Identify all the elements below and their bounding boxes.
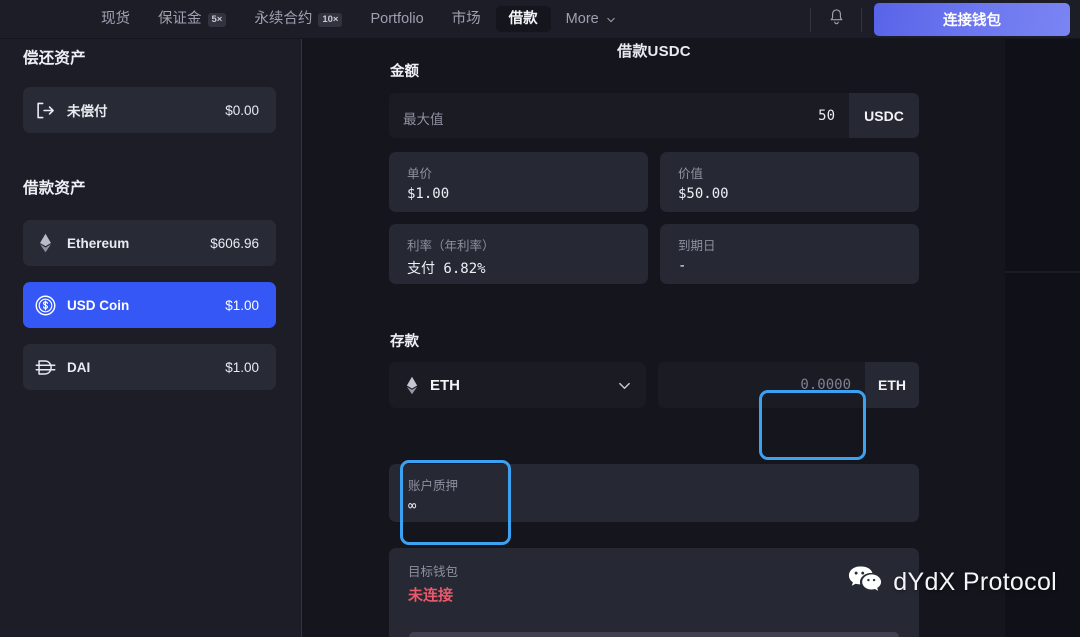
nav-item-portfolio[interactable]: Portfolio — [357, 6, 436, 33]
amount-section-label: 金额 — [390, 64, 419, 80]
loan-stats-grid: 单价 $1.00 价值 $50.00 利率（年利率） 支付 6.82% 到期日 … — [389, 152, 919, 296]
stat-card-interest-rate: 利率（年利率） 支付 6.82% — [389, 224, 648, 284]
borrow-assets-heading: 借款资产 — [23, 180, 86, 197]
stat-value: 支付 6.82% — [407, 261, 486, 277]
nav-item-borrow[interactable]: 借款 — [495, 5, 551, 33]
stat-card-value: 价值 $50.00 — [660, 152, 919, 212]
dai-icon — [23, 358, 67, 377]
account-pledge-value: ∞ — [408, 498, 417, 514]
deposit-input-row: ETH ETH — [389, 362, 919, 408]
deposit-asset-select[interactable]: ETH — [389, 362, 646, 408]
sidebar-item-value: $0.00 — [225, 102, 259, 118]
sidebar-item-dai[interactable]: DAI $1.00 — [23, 344, 276, 390]
stat-label: 利率（年利率） — [407, 239, 495, 253]
sidebar-item-label: USD Coin — [67, 297, 130, 313]
sidebar-item-unpaid[interactable]: 未偿付 $0.00 — [23, 87, 276, 133]
nav-divider — [861, 7, 862, 32]
stats-row: 单价 $1.00 价值 $50.00 — [389, 152, 919, 212]
deposit-amount-field-group: ETH — [658, 362, 919, 408]
sidebar-item-label: Ethereum — [67, 235, 130, 251]
account-pledge-card: 账户质押 ∞ — [389, 464, 919, 522]
sidebar-item-label: 未偿付 — [67, 104, 108, 119]
page-title: 借款USDC — [617, 43, 691, 60]
sidebar-item-label: DAI — [67, 359, 91, 375]
sidebar-item-value: $1.00 — [225, 359, 259, 375]
stat-label: 价值 — [678, 167, 704, 181]
chevron-down-icon — [618, 379, 631, 392]
amount-currency-suffix[interactable]: USDC — [849, 93, 919, 138]
nav-item-perpetual[interactable]: 永续合约 10× — [241, 6, 355, 33]
nav-item-margin[interactable]: 保证金 5× — [145, 6, 239, 33]
repay-assets-heading: 偿还资产 — [23, 50, 86, 67]
ethereum-icon — [23, 233, 67, 253]
amount-input[interactable] — [389, 93, 849, 138]
borrow-submit-button[interactable]: 借款USDC — [409, 632, 899, 637]
stat-label: 到期日 — [678, 239, 716, 253]
stat-value: $1.00 — [407, 186, 450, 202]
chevron-down-icon — [606, 13, 615, 23]
nav-item-label: 市场 — [451, 10, 481, 27]
notifications-button[interactable] — [811, 0, 861, 39]
deposit-currency-suffix: ETH — [865, 362, 919, 408]
nav-item-more[interactable]: More — [553, 6, 628, 33]
bell-icon — [828, 8, 845, 31]
nav-item-list: 现货 保证金 5× 永续合约 10× Portfolio 市场 借款 More — [88, 0, 630, 39]
account-pledge-label: 账户质押 — [408, 479, 459, 493]
stats-row: 利率（年利率） 支付 6.82% 到期日 - — [389, 224, 919, 284]
repay-arrow-icon — [23, 102, 67, 119]
sidebar-item-usd-coin[interactable]: USD Coin $1.00 — [23, 282, 276, 328]
top-navigation-bar: 现货 保证金 5× 永续合约 10× Portfolio 市场 借款 More — [0, 0, 1080, 39]
ethereum-icon — [406, 376, 418, 395]
assets-sidebar: 偿还资产 未偿付 $0.00 借款资产 Ethereum $606.96 USD… — [0, 39, 302, 637]
usdc-icon — [23, 295, 67, 316]
sidebar-item-value: $1.00 — [225, 297, 259, 313]
nav-item-label: 保证金 — [158, 10, 202, 27]
target-wallet-label: 目标钱包 — [408, 565, 459, 579]
nav-item-label: More — [565, 10, 599, 27]
deposit-amount-input[interactable] — [658, 362, 865, 408]
deposit-asset-symbol: ETH — [430, 376, 460, 394]
nav-item-spot[interactable]: 现货 — [88, 6, 143, 33]
nav-item-label: 借款 — [508, 10, 538, 27]
stat-value: - — [678, 258, 687, 274]
target-wallet-status: 未连接 — [408, 587, 454, 604]
nav-item-label: 现货 — [101, 10, 130, 27]
borrow-panel: 借款USDC 金额 USDC 最大值 单价 $1.00 价值 $50.00 利率… — [303, 39, 1005, 637]
sidebar-item-ethereum[interactable]: Ethereum $606.96 — [23, 220, 276, 266]
page-body: 偿还资产 未偿付 $0.00 借款资产 Ethereum $606.96 USD… — [0, 39, 1080, 637]
nav-item-label: Portfolio — [370, 10, 424, 27]
leverage-badge: 5× — [207, 13, 227, 27]
leverage-badge: 10× — [318, 13, 343, 27]
stat-card-unit-price: 单价 $1.00 — [389, 152, 648, 212]
stat-card-maturity-date: 到期日 - — [660, 224, 919, 284]
connect-wallet-button[interactable]: 连接钱包 — [874, 3, 1070, 36]
nav-right-cluster: 连接钱包 — [810, 0, 1080, 39]
target-wallet-card: 目标钱包 未连接 借款USDC — [389, 548, 919, 637]
nav-item-label: 永续合约 — [254, 10, 313, 27]
nav-item-markets[interactable]: 市场 — [439, 6, 494, 33]
stat-value: $50.00 — [678, 186, 729, 202]
panel-divider — [1005, 271, 1080, 273]
right-side-panel — [1005, 39, 1080, 637]
deposit-section-label: 存款 — [390, 334, 419, 350]
amount-input-row: USDC — [389, 93, 919, 138]
sidebar-item-value: $606.96 — [210, 235, 259, 251]
stat-label: 单价 — [407, 167, 433, 181]
